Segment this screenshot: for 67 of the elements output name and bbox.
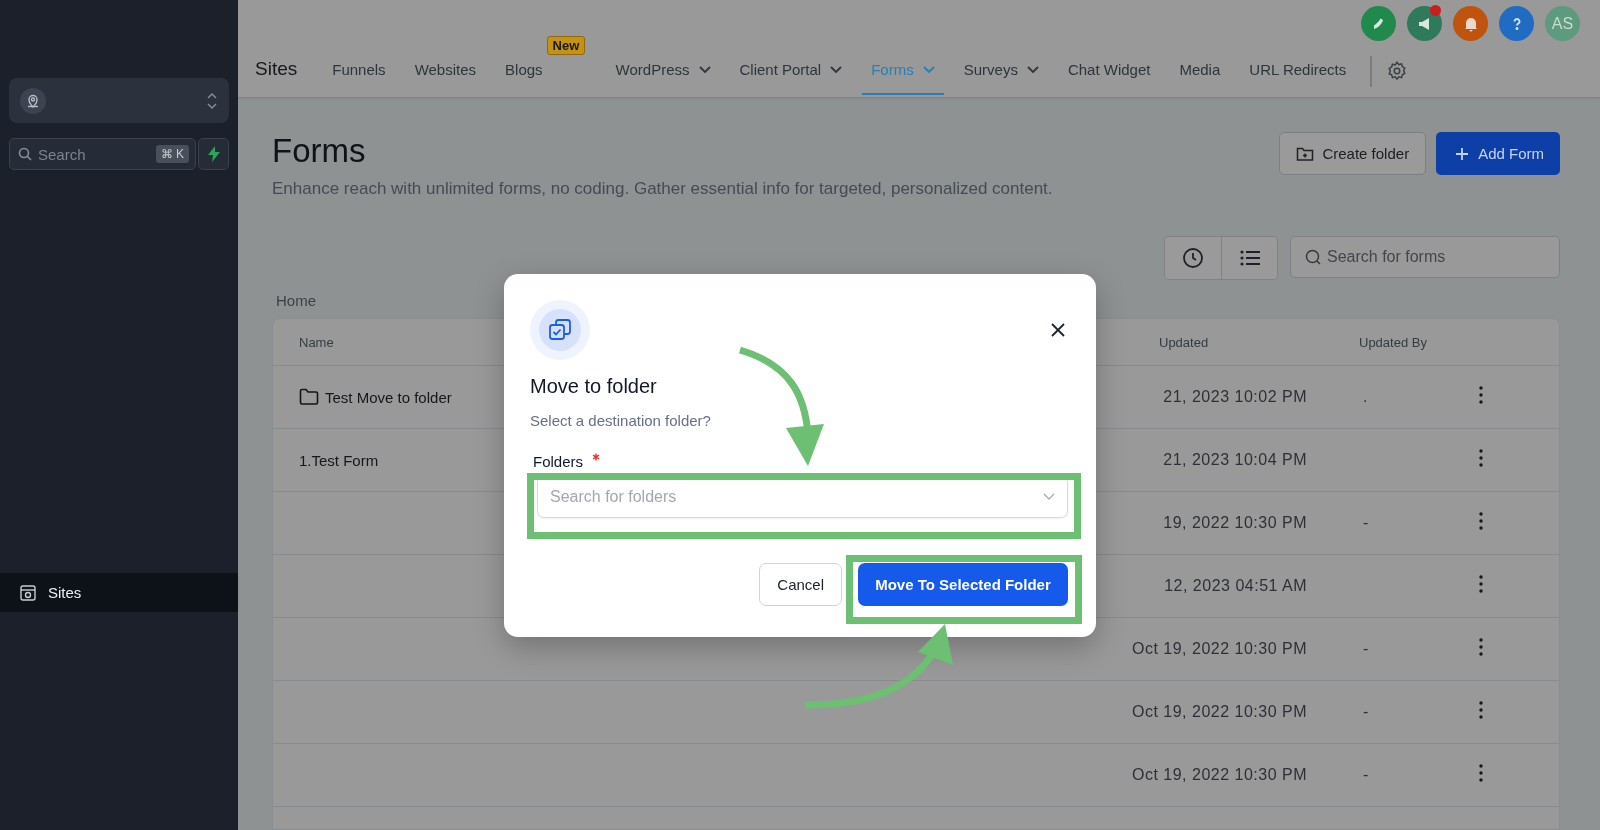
help-icon[interactable] xyxy=(1499,6,1534,41)
nav-tab[interactable]: Websites xyxy=(405,46,486,95)
chevron-icon xyxy=(1043,493,1055,501)
table-cell: - xyxy=(1363,514,1369,531)
user-avatar[interactable]: AS xyxy=(1545,6,1580,41)
move-button[interactable]: Move To Selected Folder xyxy=(858,563,1068,606)
nav-tab[interactable]: Surveys xyxy=(954,46,1048,95)
lightning-icon xyxy=(207,146,220,162)
sites-icon xyxy=(19,583,37,602)
megaphone-icon[interactable] xyxy=(1407,6,1442,41)
settings-icon[interactable] xyxy=(1386,59,1409,82)
more-icon[interactable] xyxy=(1479,701,1483,719)
table-cell: 19, 2022 10:30 PM xyxy=(1163,514,1307,531)
bell-icon[interactable] xyxy=(1453,6,1488,41)
table-cell: 21, 2023 10:02 PM xyxy=(1163,388,1307,405)
sort-icon xyxy=(207,91,217,110)
more-icon[interactable] xyxy=(1479,764,1483,782)
cancel-button[interactable]: Cancel xyxy=(759,563,842,606)
plus-icon xyxy=(1455,146,1470,161)
table-cell: - xyxy=(1363,703,1369,720)
add-form-button[interactable]: Add Form xyxy=(1436,132,1560,175)
column-header: Updated xyxy=(1158,334,1210,350)
sidebar-item[interactable]: Sites xyxy=(0,573,238,612)
new-badge: New xyxy=(546,36,586,55)
search-icon xyxy=(18,147,32,161)
more-icon[interactable] xyxy=(1479,386,1483,404)
location-icon xyxy=(20,87,46,114)
quick-action-button[interactable] xyxy=(198,138,229,170)
table-cell: 21, 2023 10:04 PM xyxy=(1163,451,1307,468)
nav-tab[interactable]: Media xyxy=(1170,46,1230,95)
dialog-subtitle: Select a destination folder? xyxy=(530,412,712,429)
more-icon[interactable] xyxy=(1479,512,1483,530)
folder-plus-icon xyxy=(1296,145,1315,162)
field-label: Folders xyxy=(533,453,584,470)
breadcrumb: Home xyxy=(276,292,317,309)
column-header: Name xyxy=(298,334,335,350)
table-cell[interactable]: Test Move to folder xyxy=(325,388,452,406)
table-cell: Oct 19, 2022 10:30 PM xyxy=(1131,766,1307,783)
table-cell: Oct 19, 2022 10:30 PM xyxy=(1131,640,1307,657)
nav-tab[interactable]: Chat Widget xyxy=(1058,46,1160,95)
table-cell: - xyxy=(1363,766,1369,783)
search-field[interactable]: Search for forms xyxy=(1290,236,1560,278)
column-header: Updated By xyxy=(1359,334,1427,350)
close-icon[interactable] xyxy=(1050,322,1066,338)
more-icon[interactable] xyxy=(1479,449,1483,467)
table-cell[interactable]: 1.Test Form xyxy=(299,451,379,469)
more-icon[interactable] xyxy=(1479,575,1483,593)
more-icon[interactable] xyxy=(1479,638,1483,656)
shortcut-key: ⌘ K xyxy=(155,145,189,163)
clock-icon[interactable] xyxy=(1165,237,1221,279)
nav-tab[interactable]: Funnels xyxy=(323,46,395,95)
page-description: Enhance reach with unlimited forms, no coding. Gather essential info for targeted, personalized content. xyxy=(272,178,1054,200)
search-field[interactable]: Search ⌘ K xyxy=(9,138,196,170)
table-cell: Oct 19, 2022 10:30 PM xyxy=(1131,703,1307,720)
create-folder-button[interactable]: Create folder xyxy=(1279,132,1427,175)
page-title: Forms xyxy=(272,132,367,170)
table-cell: 12, 2023 04:51 AM xyxy=(1164,577,1307,594)
nav-tab[interactable]: Client Portal xyxy=(730,46,852,95)
nav-tab[interactable]: URL Redirects xyxy=(1240,46,1356,95)
search-icon xyxy=(1305,249,1321,265)
nav-tab[interactable]: WordPress xyxy=(606,46,720,95)
table-cell: - xyxy=(1363,640,1369,657)
folder-icon xyxy=(299,388,319,406)
dialog-title: Move to folder xyxy=(530,375,658,398)
list-icon[interactable] xyxy=(1221,237,1277,279)
table-cell: . xyxy=(1363,388,1368,405)
section-title: Sites xyxy=(255,57,298,80)
